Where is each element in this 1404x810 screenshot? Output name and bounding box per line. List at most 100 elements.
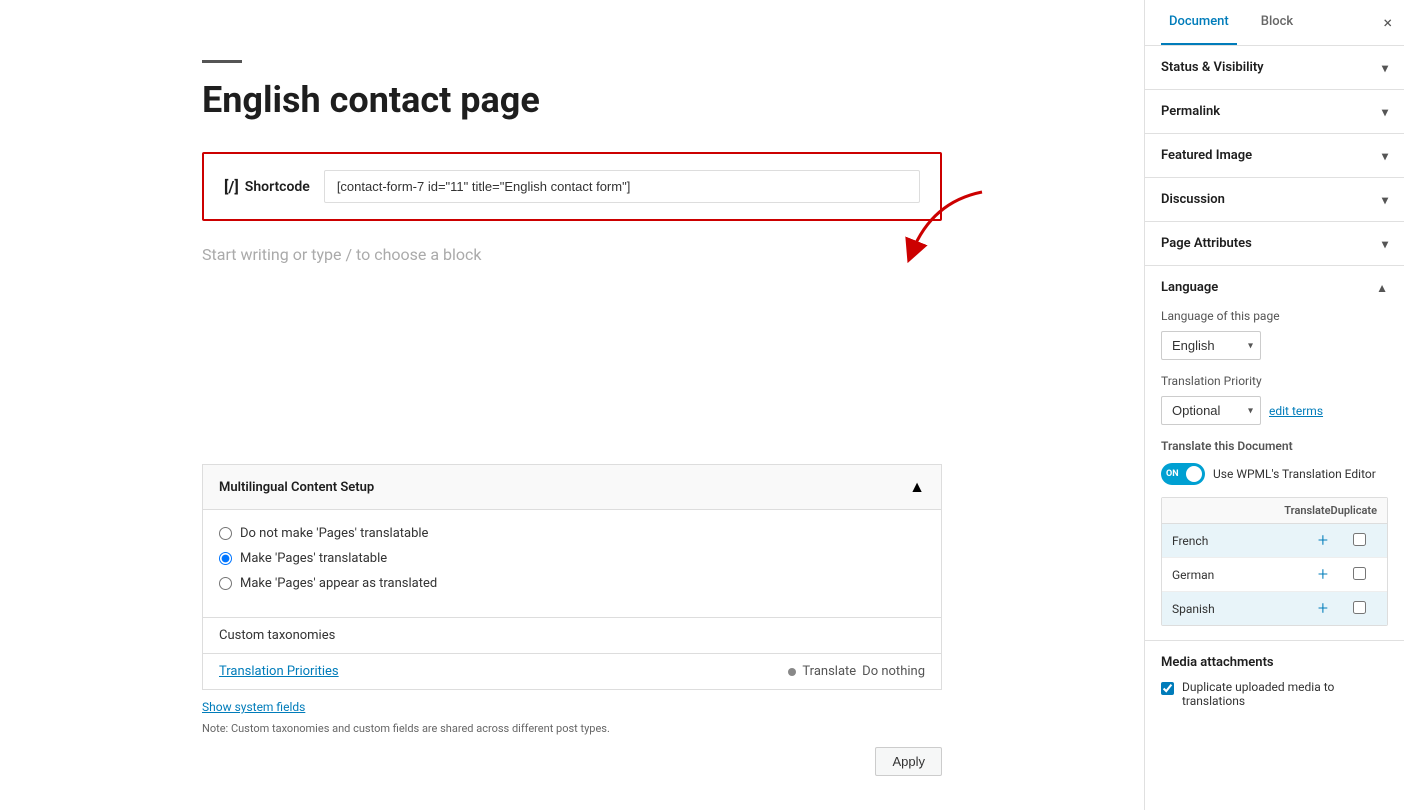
chevron-down-icon-5: ▾ xyxy=(1382,237,1388,251)
title-divider xyxy=(202,60,242,63)
section-status-visibility-header[interactable]: Status & Visibility ▾ xyxy=(1145,46,1404,89)
shortcode-bracket-icon: [/] xyxy=(224,177,239,196)
main-content: English contact page [/] Shortcode Star xyxy=(0,0,1144,810)
show-system-fields-link[interactable]: Show system fields xyxy=(202,700,305,714)
show-system-fields: Show system fields xyxy=(202,700,942,714)
duplicate-checkbox-spanish-input[interactable] xyxy=(1353,601,1366,614)
chevron-down-icon: ▾ xyxy=(1382,61,1388,75)
close-icon[interactable]: × xyxy=(1383,15,1392,31)
lang-spanish: Spanish xyxy=(1172,602,1305,616)
section-permalink-header[interactable]: Permalink ▾ xyxy=(1145,90,1404,133)
table-row: Spanish + xyxy=(1162,592,1387,625)
section-permalink: Permalink ▾ xyxy=(1145,90,1404,134)
shortcode-input[interactable] xyxy=(324,170,920,203)
toggle-on-label: ON xyxy=(1166,469,1179,479)
do-nothing-action[interactable]: Do nothing xyxy=(862,664,925,679)
right-sidebar: Document Block × Status & Visibility ▾ P… xyxy=(1144,0,1404,810)
chevron-down-icon-3: ▾ xyxy=(1382,149,1388,163)
section-featured-image: Featured Image ▾ xyxy=(1145,134,1404,178)
translation-priorities-row: Translation Priorities Translate Do noth… xyxy=(202,654,942,690)
chevron-down-icon-2: ▾ xyxy=(1382,105,1388,119)
radio-make-translatable-input[interactable] xyxy=(219,552,232,565)
section-discussion-label: Discussion xyxy=(1161,192,1225,207)
custom-taxonomies-label: Custom taxonomies xyxy=(219,628,335,643)
media-attachments-label: Media attachments xyxy=(1161,655,1388,670)
section-discussion: Discussion ▾ xyxy=(1145,178,1404,222)
media-attachments-section: Media attachments Duplicate uploaded med… xyxy=(1145,641,1404,722)
col-translate-header: Translate xyxy=(1284,504,1330,517)
duplicate-checkbox-german xyxy=(1341,567,1377,583)
note-text: Note: Custom taxonomies and custom field… xyxy=(202,722,942,735)
duplicate-checkbox-german-input[interactable] xyxy=(1353,567,1366,580)
translation-priority-label: Translation Priority xyxy=(1161,374,1388,388)
section-language-header[interactable]: Language ▲ xyxy=(1145,266,1404,309)
radio-make-translatable-label: Make 'Pages' translatable xyxy=(240,551,387,566)
language-select-wrapper: English French German Spanish xyxy=(1161,331,1261,360)
duplicate-checkbox-spanish xyxy=(1341,601,1377,617)
duplicate-checkbox-french-input[interactable] xyxy=(1353,533,1366,546)
multilingual-body: Do not make 'Pages' translatable Make 'P… xyxy=(202,510,942,618)
shortcode-label: Shortcode xyxy=(245,179,310,195)
chevron-down-icon-4: ▾ xyxy=(1382,193,1388,207)
radio-make-translatable: Make 'Pages' translatable xyxy=(219,551,925,566)
sidebar-tabs: Document Block × xyxy=(1145,0,1404,46)
wpml-toggle[interactable]: ON xyxy=(1161,463,1205,485)
edit-terms-link[interactable]: edit terms xyxy=(1269,404,1323,418)
priority-select[interactable]: Optional Normal High xyxy=(1161,396,1261,425)
dot-indicator xyxy=(788,668,796,676)
table-row: German + xyxy=(1162,558,1387,592)
multilingual-header[interactable]: Multilingual Content Setup ▲ xyxy=(202,464,942,510)
shortcode-wrapper: [/] Shortcode xyxy=(202,152,942,221)
duplicate-media-label: Duplicate uploaded media to translations xyxy=(1182,680,1388,708)
section-status-visibility: Status & Visibility ▾ xyxy=(1145,46,1404,90)
toggle-row: ON Use WPML's Translation Editor xyxy=(1161,463,1388,485)
shortcode-icon-label: [/] Shortcode xyxy=(224,177,310,196)
editor-area: English contact page [/] Shortcode Star xyxy=(122,0,1022,810)
toggle-text: Use WPML's Translation Editor xyxy=(1213,467,1376,481)
tab-block[interactable]: Block xyxy=(1253,0,1301,45)
translate-plus-spanish[interactable]: + xyxy=(1305,598,1341,619)
page-title: English contact page xyxy=(202,79,942,122)
section-status-visibility-label: Status & Visibility xyxy=(1161,60,1264,75)
chevron-up-icon: ▲ xyxy=(1376,281,1388,295)
translation-table-header: Translate Duplicate xyxy=(1162,498,1387,524)
table-row: French + xyxy=(1162,524,1387,558)
translation-priority-actions: Translate Do nothing xyxy=(788,664,925,679)
lang-german: German xyxy=(1172,568,1305,582)
col-blank xyxy=(1172,504,1284,517)
language-select[interactable]: English French German Spanish xyxy=(1161,331,1261,360)
section-page-attributes: Page Attributes ▾ xyxy=(1145,222,1404,266)
tab-document[interactable]: Document xyxy=(1161,0,1237,45)
section-permalink-label: Permalink xyxy=(1161,104,1220,119)
translate-doc-label: Translate this Document xyxy=(1161,439,1388,453)
shortcode-block: [/] Shortcode xyxy=(202,152,942,221)
translate-plus-german[interactable]: + xyxy=(1305,564,1341,585)
radio-appear-translated-input[interactable] xyxy=(219,577,232,590)
section-language-label: Language xyxy=(1161,280,1218,295)
section-page-attributes-header[interactable]: Page Attributes ▾ xyxy=(1145,222,1404,265)
toggle-knob xyxy=(1186,466,1202,482)
custom-taxonomies-row: Custom taxonomies xyxy=(202,618,942,654)
radio-do-not-translate-input[interactable] xyxy=(219,527,232,540)
section-discussion-header[interactable]: Discussion ▾ xyxy=(1145,178,1404,221)
section-language-body: Language of this page English French Ger… xyxy=(1145,309,1404,640)
radio-do-not-translate-label: Do not make 'Pages' translatable xyxy=(240,526,428,541)
media-checkbox-row: Duplicate uploaded media to translations xyxy=(1161,680,1388,708)
lang-french: French xyxy=(1172,534,1305,548)
translate-action[interactable]: Translate xyxy=(802,664,856,679)
section-page-attributes-label: Page Attributes xyxy=(1161,236,1252,251)
translation-table: Translate Duplicate French + German + xyxy=(1161,497,1388,626)
duplicate-checkbox-french xyxy=(1341,533,1377,549)
apply-row: Apply xyxy=(202,747,942,776)
translate-plus-french[interactable]: + xyxy=(1305,530,1341,551)
translation-priority-row: Optional Normal High edit terms xyxy=(1161,396,1388,425)
section-featured-image-header[interactable]: Featured Image ▾ xyxy=(1145,134,1404,177)
duplicate-media-checkbox[interactable] xyxy=(1161,682,1174,695)
apply-button[interactable]: Apply xyxy=(875,747,942,776)
radio-appear-translated: Make 'Pages' appear as translated xyxy=(219,576,925,591)
multilingual-section: Multilingual Content Setup ▲ Do not make… xyxy=(202,464,942,776)
multilingual-collapse-icon: ▲ xyxy=(909,477,925,497)
translation-priorities-label[interactable]: Translation Priorities xyxy=(219,664,339,679)
translation-priority-container: Translation Priority Optional Normal Hig… xyxy=(1161,374,1388,425)
col-duplicate-header: Duplicate xyxy=(1331,504,1377,517)
